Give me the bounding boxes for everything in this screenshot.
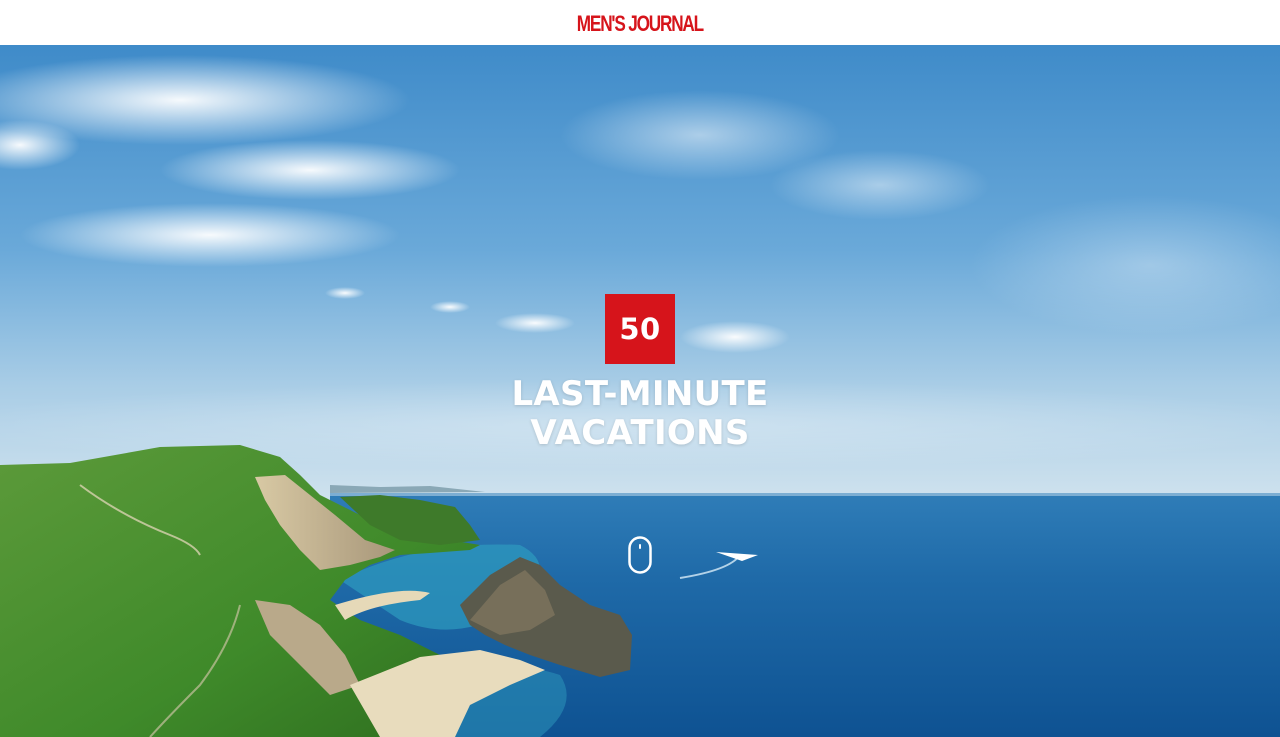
vacations-count-badge: 50 (605, 294, 675, 364)
hero-banner: 50 LAST-MINUTE VACATIONS (0, 45, 1280, 737)
site-logo[interactable]: MEN'S JOURNAL (577, 12, 704, 35)
site-header: MEN'S JOURNAL (0, 0, 1280, 45)
mouse-scroll-icon[interactable] (628, 536, 652, 574)
hero-title-line-1: LAST-MINUTE (511, 374, 769, 414)
hero-title-line-2: VACATIONS (530, 413, 750, 453)
hero-title: LAST-MINUTE VACATIONS (440, 375, 840, 453)
